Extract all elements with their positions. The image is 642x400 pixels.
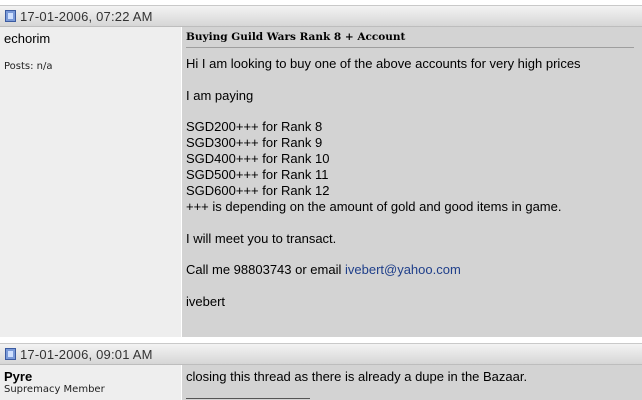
message-cell: Buying Guild Wars Rank 8 + Account Hi I … xyxy=(182,27,642,337)
post-icon xyxy=(5,10,16,22)
post-header: 17-01-2006, 07:22 AM xyxy=(0,5,642,27)
contact-line: Call me 98803743 or email ivebert@yahoo.… xyxy=(186,262,638,278)
post-body: closing this thread as there is already … xyxy=(186,369,638,385)
signature-divider xyxy=(186,398,310,399)
message-cell: closing this thread as there is already … xyxy=(182,365,642,400)
user-title: Supremacy Member xyxy=(4,384,105,395)
signoff: ivebert xyxy=(186,293,226,309)
price-line: SGD600+++ for Rank 12 xyxy=(186,183,330,198)
body-line: I will meet you to transact. xyxy=(186,230,337,246)
post-header: 17-01-2006, 09:01 AM xyxy=(0,343,642,365)
price-line: SGD400+++ for Rank 10 xyxy=(186,151,330,166)
price-line: SGD300+++ for Rank 9 xyxy=(186,135,323,150)
post-title: Buying Guild Wars Rank 8 + Account xyxy=(186,31,634,48)
contact-text: Call me 98803743 or email xyxy=(186,262,345,277)
username[interactable]: Pyre xyxy=(4,369,177,384)
post-count: Posts: n/a xyxy=(4,61,53,72)
post-date: 17-01-2006, 09:01 AM xyxy=(20,346,153,362)
body-line: I am paying xyxy=(186,87,254,103)
body-line: closing this thread as there is already … xyxy=(186,369,528,384)
username[interactable]: echorim xyxy=(4,31,177,46)
user-info-cell: Pyre Supremacy Member xyxy=(0,365,181,400)
post-icon xyxy=(5,348,16,360)
body-line: +++ is depending on the amount of gold a… xyxy=(186,199,562,214)
post-date: 17-01-2006, 07:22 AM xyxy=(20,8,153,24)
post-body: Hi I am looking to buy one of the above … xyxy=(186,56,638,310)
email-link[interactable]: ivebert@yahoo.com xyxy=(345,262,461,277)
user-info-cell: echorim Posts: n/a xyxy=(0,27,181,337)
body-line: Hi I am looking to buy one of the above … xyxy=(186,56,581,71)
price-line: SGD500+++ for Rank 11 xyxy=(186,167,329,182)
price-line: SGD200+++ for Rank 8 xyxy=(186,119,323,134)
